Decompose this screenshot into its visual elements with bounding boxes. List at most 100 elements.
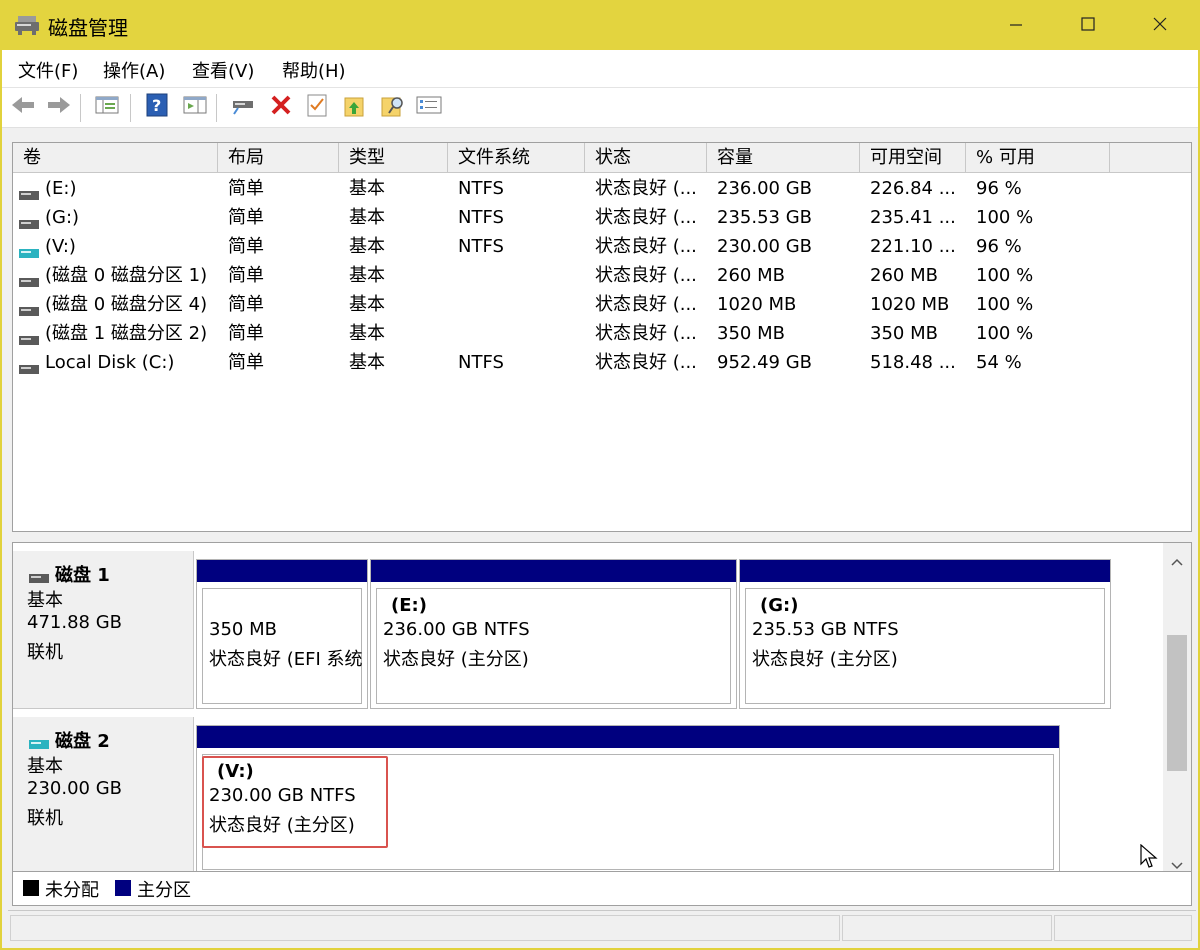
cell-free-space: 518.48 ... (870, 352, 956, 373)
table-row[interactable]: (V:) 简单 基本 NTFS 状态良好 (... 230.00 GB 221.10 ...… (13, 232, 1191, 261)
toolbar: ? (2, 88, 1198, 128)
table-row[interactable]: (G:) 简单 基本 NTFS 状态良好 (... 235.53 GB 235.41 ...… (13, 203, 1191, 232)
back-button[interactable] (8, 92, 38, 122)
cell-type: 基本 (349, 236, 385, 257)
connect-drive-button[interactable] (228, 92, 258, 122)
close-button[interactable] (1124, 0, 1196, 50)
forward-button[interactable] (44, 92, 74, 122)
menu-bar: 文件(F) 操作(A) 查看(V) 帮助(H) (2, 50, 1198, 88)
folder-search-button[interactable] (378, 92, 408, 122)
partition-bar (740, 560, 1110, 582)
column-header-free-space[interactable]: 可用空间 (860, 143, 966, 173)
column-header-filesystem[interactable]: 文件系统 (448, 143, 585, 173)
cell-percent-free: 100 % (976, 265, 1034, 286)
disk-1-info[interactable]: 磁盘 1 基本 471.88 GB 联机 (13, 551, 194, 709)
table-row[interactable]: Local Disk (C:) 简单 基本 NTFS 状态良好 (... 952.49 G… (13, 348, 1191, 377)
cell-percent-free: 96 % (976, 178, 1022, 199)
svg-text:?: ? (152, 96, 161, 115)
cell-status: 状态良好 (... (595, 236, 697, 257)
legend-label-unallocated: 未分配 (45, 880, 99, 901)
cell-free-space: 235.41 ... (870, 207, 956, 228)
console-tree-button[interactable] (92, 92, 122, 122)
cell-layout: 简单 (228, 352, 264, 373)
disk-name: 磁盘 2 (55, 731, 110, 752)
delete-button[interactable] (266, 92, 296, 122)
cell-capacity: 350 MB (717, 323, 785, 344)
mouse-cursor-icon (1140, 843, 1158, 870)
usb-drive-icon (29, 733, 49, 749)
partition-bar (197, 560, 367, 582)
column-header-capacity[interactable]: 容量 (707, 143, 860, 173)
forward-arrow-icon (46, 94, 72, 121)
cell-free-space: 221.10 ... (870, 236, 956, 257)
toolbar-separator (216, 94, 217, 122)
partition-status: 状态良好 (EFI 系统 (209, 649, 363, 670)
menu-file[interactable]: 文件(F) (18, 57, 78, 83)
drive-icon (19, 271, 39, 287)
partition-g[interactable]: (G:) 235.53 GB NTFS 状态良好 (主分区) (739, 559, 1111, 709)
partition-efi[interactable]: 350 MB 状态良好 (EFI 系统 (196, 559, 368, 709)
minimize-button[interactable] (980, 0, 1052, 50)
cell-status: 状态良好 (... (595, 178, 697, 199)
status-segment (1054, 915, 1192, 941)
cell-layout: 简单 (228, 265, 264, 286)
checklist-button[interactable] (302, 92, 332, 122)
table-row[interactable]: (磁盘 0 磁盘分区 1) 简单 基本 状态良好 (... 260 MB 260 MB 10… (13, 261, 1191, 290)
scroll-down-icon[interactable] (1170, 855, 1184, 871)
cell-layout: 简单 (228, 323, 264, 344)
partition-bar (197, 726, 1059, 748)
disk-map-scrollbar[interactable] (1163, 543, 1191, 871)
title-bar[interactable]: 磁盘管理 (0, 0, 1200, 50)
column-header-volume[interactable]: 卷 (13, 143, 218, 173)
cell-layout: 简单 (228, 178, 264, 199)
disk-size: 230.00 GB (27, 778, 123, 799)
cell-capacity: 952.49 GB (717, 352, 813, 373)
disk-type: 基本 (27, 756, 63, 777)
column-header-status[interactable]: 状态 (585, 143, 707, 173)
cell-capacity: 1020 MB (717, 294, 797, 315)
cell-filesystem: NTFS (458, 352, 504, 373)
cell-type: 基本 (349, 265, 385, 286)
usb-drive-icon (19, 242, 39, 258)
menu-view[interactable]: 查看(V) (192, 57, 254, 83)
partition-bar (371, 560, 736, 582)
column-header-percent-free[interactable]: % 可用 (966, 143, 1110, 173)
cell-percent-free: 54 % (976, 352, 1022, 373)
legend-swatch-primary (115, 880, 131, 896)
drive-icon (29, 567, 49, 583)
drive-icon (19, 329, 39, 345)
table-row[interactable]: (E:) 简单 基本 NTFS 状态良好 (... 236.00 GB 226.84 ...… (13, 174, 1191, 203)
drive-icon (19, 300, 39, 316)
partition-status: 状态良好 (主分区) (383, 649, 529, 670)
column-header-layout[interactable]: 布局 (218, 143, 339, 173)
partition-body: (E:) 236.00 GB NTFS 状态良好 (主分区) (376, 588, 731, 704)
scroll-up-icon[interactable] (1170, 551, 1184, 572)
cell-layout: 简单 (228, 294, 264, 315)
help-button[interactable]: ? (142, 92, 172, 122)
column-header-type[interactable]: 类型 (339, 143, 448, 173)
maximize-button[interactable] (1052, 0, 1124, 50)
action-pane-button[interactable] (180, 92, 210, 122)
cell-percent-free: 100 % (976, 323, 1034, 344)
disk-state: 联机 (27, 642, 63, 663)
cell-filesystem (458, 290, 584, 319)
properties-list-button[interactable] (414, 92, 444, 122)
cell-filesystem: NTFS (458, 236, 504, 257)
partition-size: 350 MB (209, 619, 277, 640)
back-arrow-icon (10, 94, 36, 121)
cell-filesystem: NTFS (458, 178, 504, 199)
cell-capacity: 236.00 GB (717, 178, 813, 199)
partition-e[interactable]: (E:) 236.00 GB NTFS 状态良好 (主分区) (370, 559, 737, 709)
toolbar-separator (80, 94, 81, 122)
scrollbar-thumb[interactable] (1167, 635, 1187, 771)
folder-up-button[interactable] (340, 92, 370, 122)
status-bar (8, 910, 1196, 944)
cell-filesystem (458, 261, 584, 290)
table-row[interactable]: (磁盘 1 磁盘分区 2) 简单 基本 状态良好 (... 350 MB 350 MB 10… (13, 319, 1191, 348)
table-row[interactable]: (磁盘 0 磁盘分区 4) 简单 基本 状态良好 (... 1020 MB 1020 MB… (13, 290, 1191, 319)
menu-help[interactable]: 帮助(H) (282, 57, 346, 83)
disk-2-info[interactable]: 磁盘 2 基本 230.00 GB 联机 (13, 717, 194, 871)
menu-action[interactable]: 操作(A) (103, 57, 165, 83)
cell-filesystem (458, 319, 584, 348)
status-segment (842, 915, 1052, 941)
